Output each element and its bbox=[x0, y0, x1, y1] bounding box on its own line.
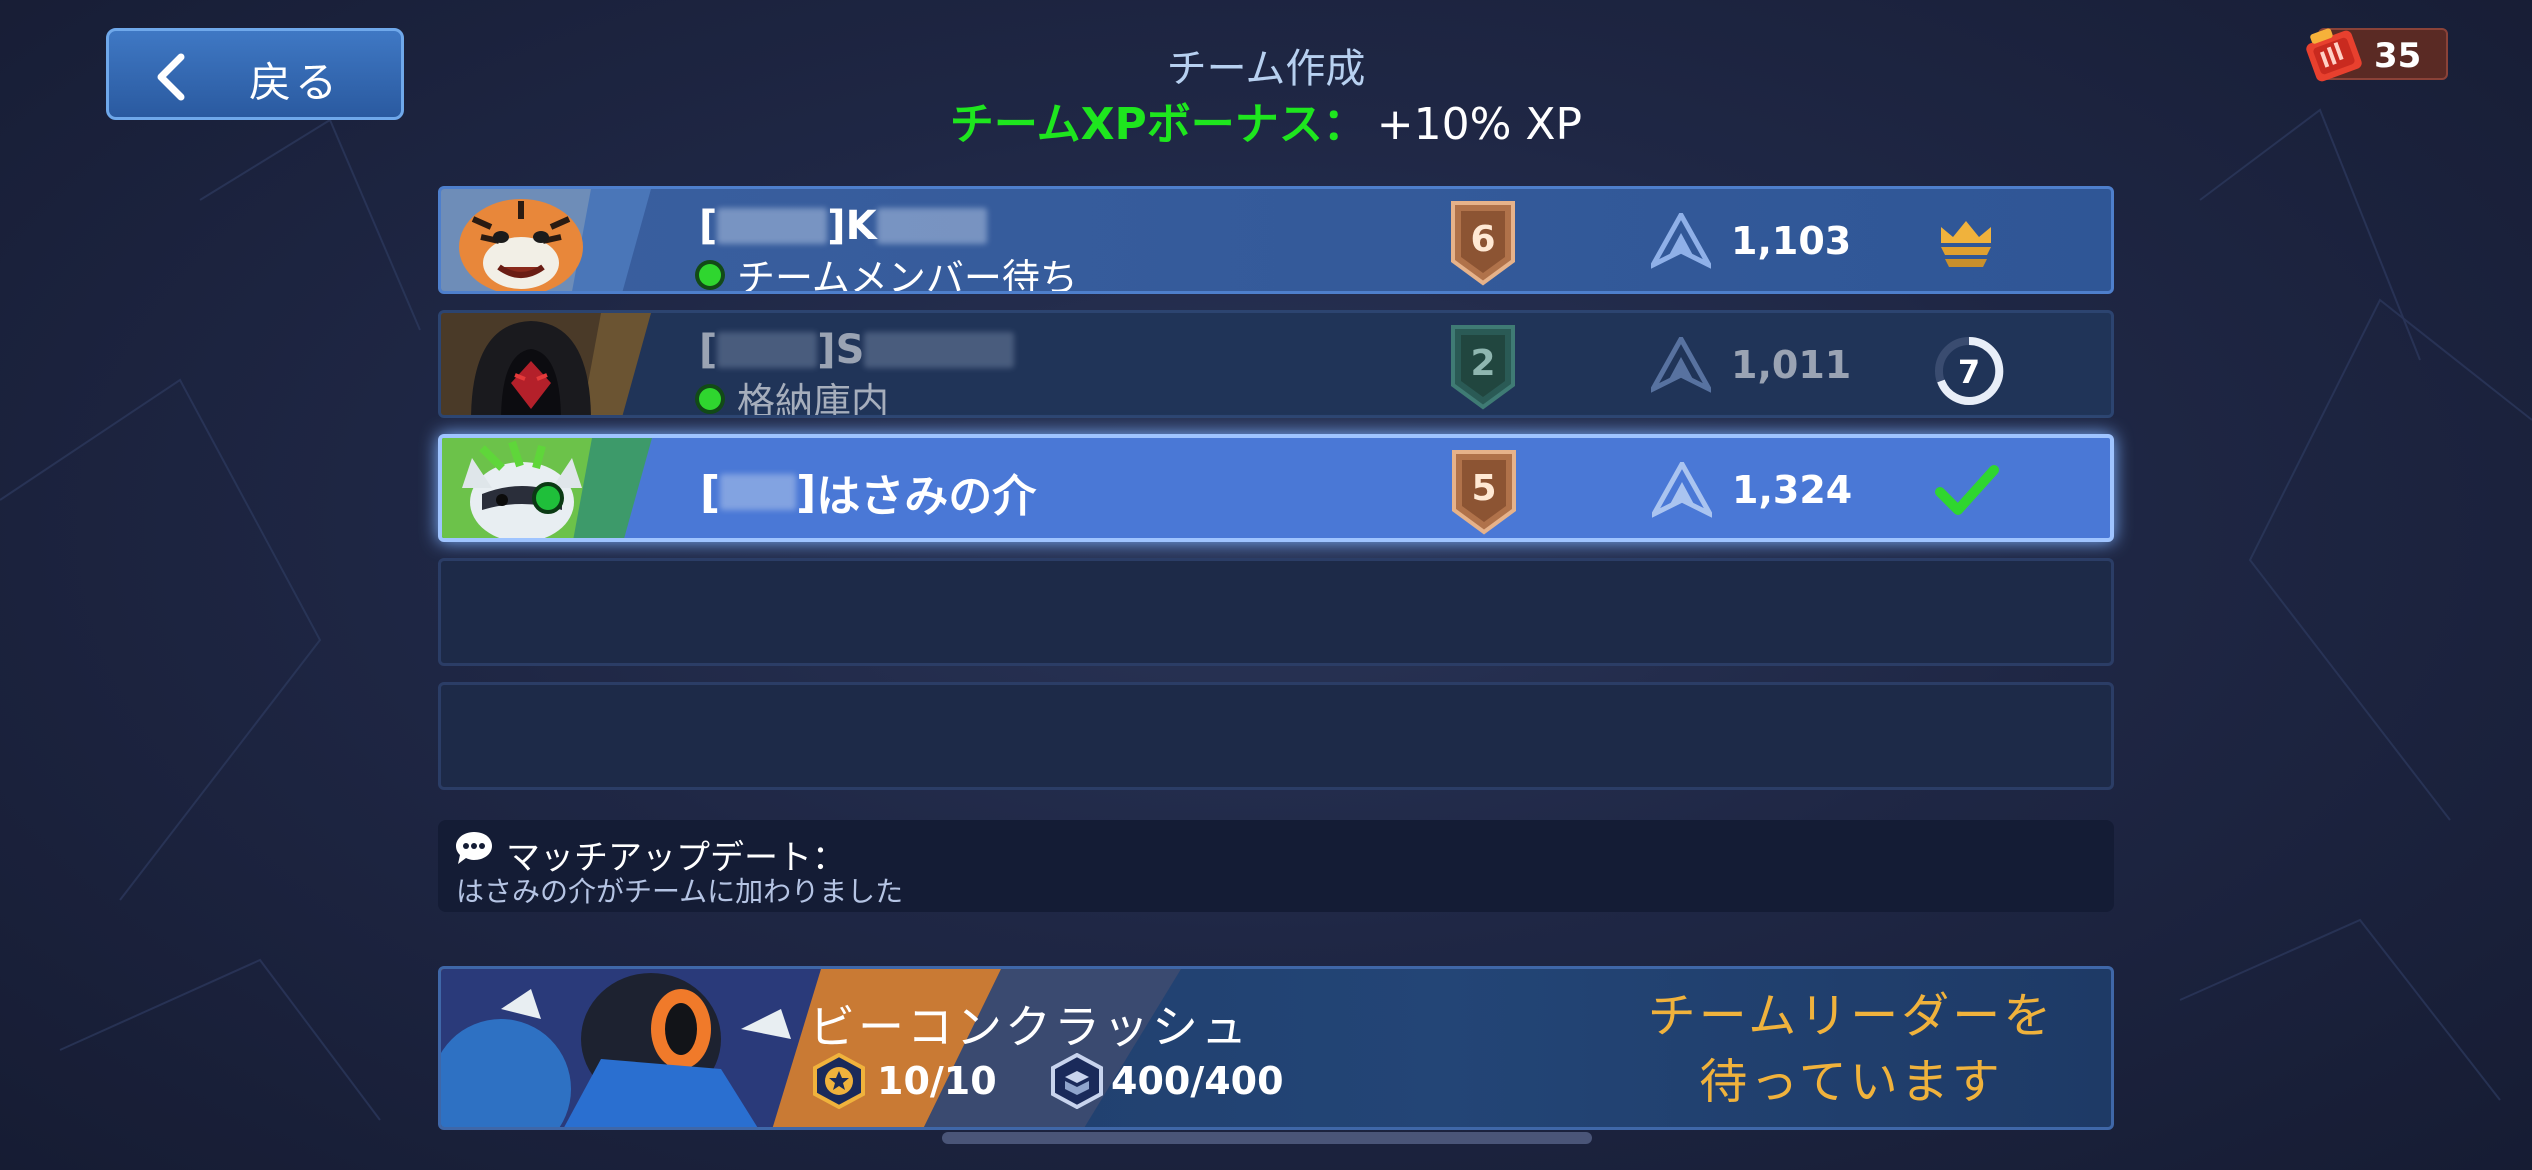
home-indicator[interactable] bbox=[942, 1132, 1592, 1144]
rank-score: 1,324 bbox=[1732, 468, 1853, 512]
xp-bonus-value: +10% XP bbox=[1376, 99, 1583, 150]
online-dot-icon bbox=[699, 387, 721, 410]
game-mode-panel[interactable]: ビーコンクラッシュ 10/10 400/400 チームリーダーを 待っています bbox=[438, 966, 2114, 1130]
raccoon-avatar bbox=[442, 438, 652, 538]
rank-icon bbox=[1651, 337, 1711, 393]
mode-stat-1: 10/10 bbox=[877, 1059, 997, 1103]
mode-name: ビーコンクラッシュ bbox=[809, 1000, 1250, 1054]
currency-counter[interactable]: 35 bbox=[2306, 28, 2448, 82]
star-medal-icon bbox=[813, 1053, 865, 1109]
level-value: 5 bbox=[1471, 468, 1496, 509]
mode-stat-2: 400/400 bbox=[1111, 1059, 1284, 1103]
xp-box-icon bbox=[1051, 1053, 1103, 1109]
waiting-for-leader: チームリーダーを 待っています bbox=[1647, 988, 2055, 1110]
level-value: 6 bbox=[1470, 219, 1495, 260]
crown-icon bbox=[1941, 221, 1991, 267]
member-name: [ ] S bbox=[699, 327, 1015, 373]
ticket-icon bbox=[2306, 28, 2362, 82]
rank-score: 1,011 bbox=[1731, 343, 1852, 387]
rank-icon bbox=[1651, 213, 1711, 269]
online-dot-icon bbox=[699, 263, 721, 286]
tiger-avatar bbox=[441, 189, 651, 291]
redacted-name bbox=[864, 332, 1015, 368]
rank-icon bbox=[1652, 462, 1712, 518]
match-update-panel: マッチアップデート： はさみの介がチームに加わりました bbox=[438, 820, 2114, 912]
xp-bonus: チームXPボーナス： +10% XP bbox=[0, 88, 2532, 152]
team-member-row[interactable]: [ ] K チームメンバー待ち 6 1,103 bbox=[438, 186, 2114, 294]
level-badge-icon: 2 bbox=[1451, 325, 1515, 410]
empty-team-slot[interactable] bbox=[438, 682, 2114, 790]
hooded-avatar bbox=[441, 313, 651, 415]
member-name: [ ] K bbox=[699, 203, 987, 249]
redacted-tag bbox=[717, 208, 828, 244]
chat-bubble-icon bbox=[456, 832, 492, 864]
level-value: 2 bbox=[1470, 343, 1495, 384]
team-member-row[interactable]: [ ] S 格納庫内 2 1,011 7 bbox=[438, 310, 2114, 418]
match-update-message: はさみの介がチームに加わりました bbox=[456, 875, 904, 908]
redacted-tag bbox=[717, 332, 818, 368]
page-title: チーム作成 bbox=[1166, 46, 1366, 92]
rank-score: 1,103 bbox=[1731, 219, 1852, 263]
timer-value: 7 bbox=[1958, 353, 1980, 391]
level-badge-icon: 5 bbox=[1452, 450, 1516, 535]
member-name: [ ] はさみの介 bbox=[700, 466, 1037, 523]
team-member-row-self[interactable]: [ ] はさみの介 5 1,324 bbox=[438, 434, 2114, 542]
member-status: 格納庫内 bbox=[699, 371, 889, 415]
member-status: チームメンバー待ち bbox=[699, 247, 1078, 291]
check-icon bbox=[1935, 465, 1999, 515]
timer-icon: 7 bbox=[1935, 336, 2004, 405]
currency-value: 35 bbox=[2374, 36, 2422, 76]
xp-bonus-label: チームXPボーナス： bbox=[949, 99, 1367, 150]
level-badge-icon: 6 bbox=[1451, 201, 1515, 286]
redacted-name bbox=[876, 208, 987, 244]
empty-team-slot[interactable] bbox=[438, 558, 2114, 666]
redacted-tag bbox=[720, 474, 797, 510]
